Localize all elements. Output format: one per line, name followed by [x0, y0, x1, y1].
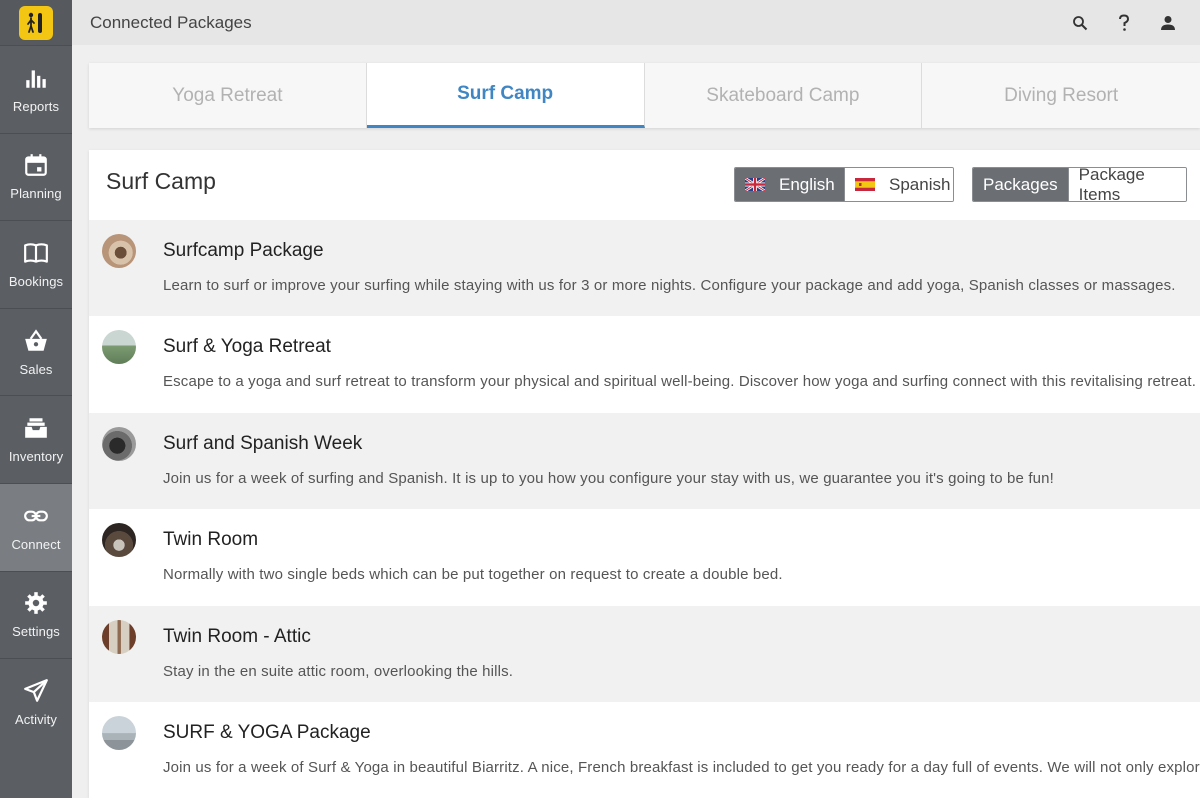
package-title: Surf & Yoga Retreat	[163, 336, 331, 358]
sidebar-item-label: Settings	[12, 624, 60, 640]
sidebar-item-sales[interactable]: Sales	[0, 307, 72, 396]
tab-surf-camp[interactable]: Surf Camp	[366, 63, 645, 128]
sidebar-item-label: Sales	[19, 361, 53, 377]
app: Reports Planning Bookings Sales Inventor…	[0, 0, 1200, 798]
package-description: Join us for a week of Surf & Yoga in bea…	[163, 758, 1200, 776]
package-tabs: Yoga Retreat Surf Camp Skateboard Camp D…	[89, 63, 1200, 128]
list-item[interactable]: Surf and Spanish Week Join us for a week…	[89, 412, 1200, 510]
tab-diving-resort[interactable]: Diving Resort	[922, 63, 1200, 128]
language-option-spanish[interactable]: Spanish	[844, 168, 953, 201]
book-icon	[24, 243, 48, 263]
list-item[interactable]: SURF & YOGA Package Join us for a week o…	[89, 701, 1200, 798]
package-description: Stay in the en suite attic room, overloo…	[163, 662, 514, 680]
package-thumbnail	[102, 234, 136, 268]
tab-skateboard-camp[interactable]: Skateboard Camp	[645, 63, 923, 128]
sidebar-item-label: Planning	[10, 186, 62, 202]
package-description: Normally with two single beds which can …	[163, 566, 783, 584]
sidebar-item-activity[interactable]: Activity	[0, 658, 72, 746]
package-thumbnail	[102, 715, 136, 750]
package-list: Surfcamp Package Learn to surf or improv…	[89, 220, 1200, 798]
sidebar-item-label: Inventory	[8, 449, 64, 465]
list-item[interactable]: Surfcamp Package Learn to surf or improv…	[89, 220, 1200, 317]
package-description: Escape to a yoga and surf retreat to tra…	[163, 373, 1197, 391]
package-title: Surfcamp Package	[163, 240, 324, 261]
package-thumbnail	[102, 523, 136, 558]
sidebar-item-label: Reports	[12, 98, 60, 114]
package-thumbnail	[102, 330, 136, 365]
app-logo-icon[interactable]	[19, 5, 53, 40]
view-toggle: Packages Package Items	[972, 167, 1187, 202]
language-label: Spanish	[889, 174, 951, 194]
panel-header: Surf Camp English Spanish Packages Packa…	[89, 150, 1200, 220]
logo-area[interactable]	[0, 0, 72, 45]
language-option-english[interactable]: English	[735, 168, 844, 201]
package-title: Surf and Spanish Week	[163, 432, 363, 454]
gear-icon	[25, 592, 47, 615]
calendar-icon	[25, 154, 47, 177]
sidebar-item-inventory[interactable]: Inventory	[0, 395, 72, 483]
list-item[interactable]: Surf & Yoga Retreat Escape to a yoga and…	[89, 316, 1200, 413]
sidebar-item-connect[interactable]: Connect	[0, 482, 72, 571]
link-icon	[24, 510, 48, 522]
user-icon[interactable]	[1157, 12, 1179, 34]
panel-title: Surf Camp	[106, 168, 216, 194]
sidebar-item-label: Bookings	[8, 273, 64, 289]
inbox-icon	[25, 418, 47, 438]
top-bar: Connected Packages	[72, 0, 1200, 45]
sidebar-item-bookings[interactable]: Bookings	[0, 220, 72, 308]
page-title: Connected Packages	[90, 12, 252, 32]
package-title: SURF & YOGA Package	[163, 721, 371, 743]
package-title: Twin Room	[163, 529, 259, 551]
list-item[interactable]: Twin Room - Attic Stay in the en suite a…	[89, 605, 1200, 702]
top-actions	[1058, 12, 1190, 34]
sidebar-item-reports[interactable]: Reports	[0, 45, 72, 133]
package-description: Learn to surf or improve your surfing wh…	[163, 277, 1176, 294]
sidebar-item-label: Connect	[11, 536, 61, 552]
sidebar: Reports Planning Bookings Sales Inventor…	[0, 0, 72, 798]
search-icon[interactable]	[1069, 12, 1091, 34]
package-description: Join us for a week of surfing and Spanis…	[163, 469, 1054, 487]
package-thumbnail	[102, 619, 136, 654]
list-item[interactable]: Twin Room Normally with two single beds …	[89, 509, 1200, 606]
package-thumbnail	[102, 426, 136, 461]
sidebar-item-planning[interactable]: Planning	[0, 132, 72, 221]
tab-yoga-retreat[interactable]: Yoga Retreat	[89, 63, 367, 128]
language-label: English	[779, 174, 835, 194]
paper-plane-icon	[24, 679, 48, 702]
content-panel: Surf Camp English Spanish Packages Packa…	[89, 150, 1200, 798]
uk-flag-icon	[745, 178, 765, 191]
help-icon[interactable]	[1113, 12, 1135, 34]
spain-flag-icon	[855, 178, 875, 191]
sidebar-item-label: Activity	[15, 711, 57, 727]
basket-icon	[25, 328, 47, 351]
language-toggle: English Spanish	[734, 167, 954, 202]
view-option-package-items[interactable]: Package Items	[1067, 168, 1186, 201]
sidebar-item-settings[interactable]: Settings	[0, 570, 72, 659]
bar-chart-icon	[26, 70, 46, 88]
package-title: Twin Room - Attic	[163, 625, 311, 647]
view-option-packages[interactable]: Packages	[973, 168, 1068, 201]
